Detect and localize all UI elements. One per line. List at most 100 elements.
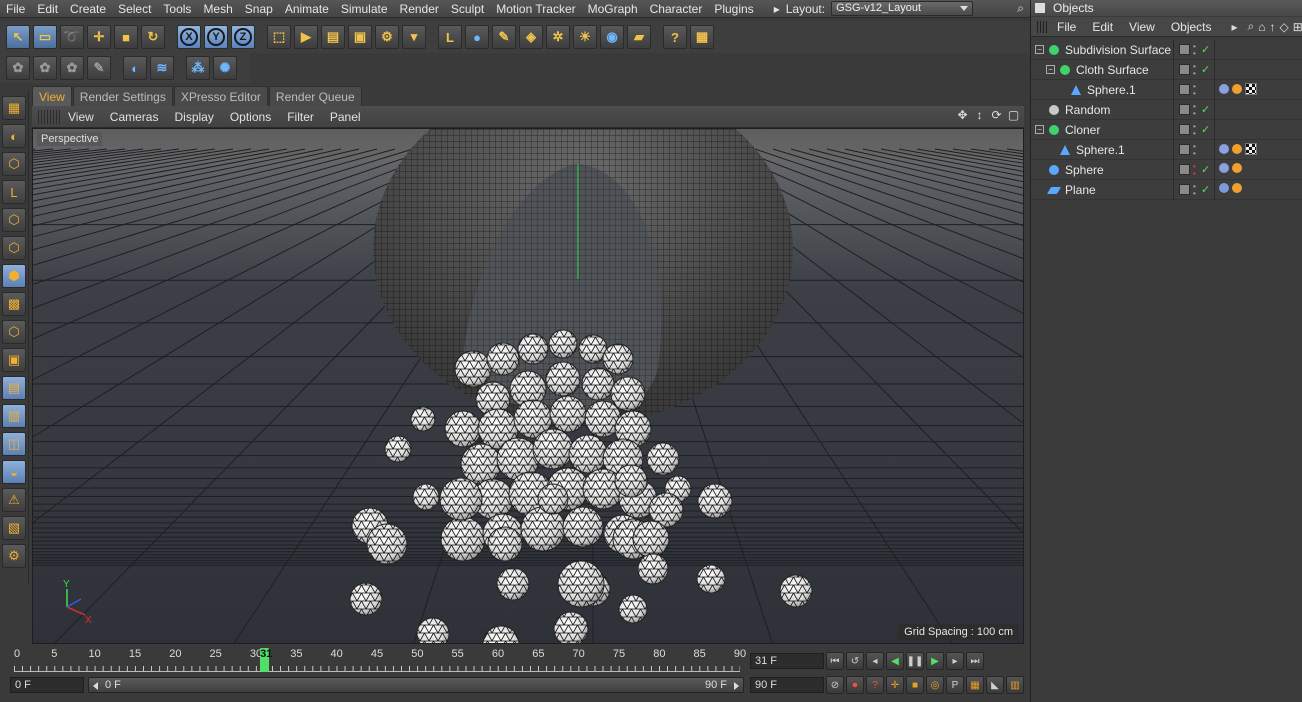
layer-visibility-icon[interactable] <box>1179 124 1190 135</box>
viewport-menu-view[interactable]: View <box>60 110 102 124</box>
object-row-random[interactable]: Random • • ✓ <box>1031 100 1302 120</box>
texture-mode-icon[interactable]: ▩ <box>2 292 26 316</box>
mograph-1-icon[interactable]: ✿ <box>6 56 30 80</box>
go-to-start-icon[interactable]: ⏮ <box>826 652 844 670</box>
objects-menu-edit[interactable]: Edit <box>1092 20 1121 34</box>
previous-key-icon[interactable]: ↺ <box>846 652 864 670</box>
enabled-check-icon[interactable]: ✓ <box>1201 40 1210 60</box>
layer-visibility-icon[interactable] <box>1179 144 1190 155</box>
tree-expand-icon[interactable]: − <box>1035 125 1044 134</box>
editor-render-visibility-icon[interactable]: • • <box>1193 123 1199 138</box>
render-preview-icon[interactable]: ▧ <box>2 516 26 540</box>
tree-expand-icon[interactable]: − <box>1046 65 1055 74</box>
render-to-picture-viewer-icon[interactable]: ▣ <box>348 25 372 49</box>
enabled-check-icon[interactable]: ✓ <box>1201 60 1210 80</box>
object-row-subdivision-surface[interactable]: − Subdivision Surface • • ✓ <box>1031 40 1302 60</box>
render-settings-icon-icon[interactable]: ⚙ <box>2 544 26 568</box>
motion-system-icon[interactable]: ⊘ <box>826 676 844 694</box>
object-row-plane[interactable]: Plane • • ✓ <box>1031 180 1302 200</box>
object-row-cloth-surface[interactable]: − Cloth Surface • • ✓ <box>1031 60 1302 80</box>
timeline-ruler[interactable]: 0 5 10 15 20 25 30 35 40 45 50 55 60 65 70 75 80 85 90 31 <box>8 648 746 674</box>
uv-polygons-icon[interactable]: ▤ <box>2 376 26 400</box>
viewport-menu-options[interactable]: Options <box>222 110 279 124</box>
spline-pen-icon[interactable]: ✎ <box>492 25 516 49</box>
range-left-arrow-icon[interactable] <box>93 682 98 690</box>
environment-icon[interactable]: ◉ <box>600 25 624 49</box>
tree-expand-icon[interactable]: − <box>1035 45 1044 54</box>
make-editable-icon[interactable]: ▦ <box>2 96 26 120</box>
menu-motion-tracker[interactable]: Motion Tracker <box>490 2 581 16</box>
objects-menu-file[interactable]: File <box>1057 20 1084 34</box>
tab-render-settings[interactable]: Render Settings <box>72 86 173 106</box>
layer-visibility-icon[interactable] <box>1179 164 1190 175</box>
z-axis-lock-icon[interactable]: Z <box>231 25 255 49</box>
cloth-tag-icon[interactable] <box>1219 84 1229 94</box>
viewport-menu-panel[interactable]: Panel <box>322 110 369 124</box>
search-icon[interactable]: ⌕ <box>1011 1 1030 16</box>
object-mode-icon[interactable]: ⬡ <box>2 152 26 176</box>
content-browser-icon[interactable]: ▦ <box>690 25 714 49</box>
material-tag-icon[interactable] <box>1232 84 1242 94</box>
dolly-icon[interactable]: ↕ <box>973 109 986 122</box>
previous-frame-icon[interactable]: ◂ <box>866 652 884 670</box>
submenu-arrow-icon[interactable]: ▸ <box>1232 20 1238 34</box>
material-tag-icon[interactable] <box>1232 144 1242 154</box>
pause-icon[interactable]: ❚❚ <box>906 652 924 670</box>
key-position-icon[interactable]: ✛ <box>886 676 904 694</box>
mograph-4-icon[interactable]: ✎ <box>87 56 111 80</box>
rotate-tool-icon[interactable]: ↻ <box>141 25 165 49</box>
orbit-icon[interactable]: ⟳ <box>990 109 1003 122</box>
edges-mode-icon[interactable]: ⬡ <box>2 236 26 260</box>
menu-animate[interactable]: Animate <box>279 2 335 16</box>
edit-render-settings-icon[interactable]: ⚙ <box>375 25 399 49</box>
record-keys-icon[interactable]: ⏺ <box>846 676 864 694</box>
key-scale-icon[interactable]: ■ <box>906 676 924 694</box>
material-tag-icon[interactable] <box>1232 183 1242 193</box>
menu-select[interactable]: Select <box>112 2 157 16</box>
objects-menu-view[interactable]: View <box>1129 20 1163 34</box>
menu-snap[interactable]: Snap <box>239 2 279 16</box>
scale-tool-icon[interactable]: ■ <box>114 25 138 49</box>
cloner-icon[interactable]: ✲ <box>546 25 570 49</box>
checker-material-tag-icon[interactable] <box>1245 143 1257 155</box>
grip-icon[interactable] <box>1037 20 1049 33</box>
render-settings-dropdown-icon[interactable]: ▾ <box>402 25 426 49</box>
polygons-mode-icon[interactable]: ⬢ <box>2 264 26 288</box>
enabled-check-icon[interactable]: ✓ <box>1201 120 1210 140</box>
light-icon[interactable]: ☀ <box>573 25 597 49</box>
editor-render-visibility-icon[interactable]: • • <box>1193 183 1199 198</box>
mograph-6-icon[interactable]: ≋ <box>150 56 174 80</box>
menu-file[interactable]: File <box>0 2 31 16</box>
enabled-check-icon[interactable]: ✓ <box>1201 100 1210 120</box>
menu-tools[interactable]: Tools <box>157 2 197 16</box>
new-panel-icon[interactable]: ⊞ <box>1293 20 1302 34</box>
mograph-3-icon[interactable]: ✿ <box>60 56 84 80</box>
uv-points-icon[interactable]: ▣ <box>2 348 26 372</box>
layer-visibility-icon[interactable] <box>1179 44 1190 55</box>
mograph-5-icon[interactable]: ◐ <box>123 56 147 80</box>
end-frame-field[interactable]: 90 F <box>750 677 824 693</box>
axis-mode-icon[interactable]: L <box>2 180 26 204</box>
x-axis-lock-icon[interactable]: X <box>177 25 201 49</box>
material-tag-icon[interactable] <box>1232 163 1242 173</box>
mograph-7-icon[interactable]: ⁂ <box>186 56 210 80</box>
grip-icon[interactable] <box>38 109 60 124</box>
layer-visibility-icon[interactable] <box>1179 64 1190 75</box>
play-backwards-icon[interactable]: ◀ <box>886 652 904 670</box>
go-to-end-icon[interactable]: ⏭ <box>966 652 984 670</box>
lasso-select-tool-icon[interactable]: ➰ <box>60 25 84 49</box>
solo-icon[interactable]: ◫ <box>2 432 26 456</box>
key-param-icon[interactable]: P <box>946 676 964 694</box>
timeline-window-icon[interactable]: ▥ <box>1006 676 1024 694</box>
key-rotation-icon[interactable]: ◎ <box>926 676 944 694</box>
render-region-icon[interactable]: ▤ <box>321 25 345 49</box>
viewport-menu-display[interactable]: Display <box>166 110 221 124</box>
null-object-icon[interactable]: L <box>438 25 462 49</box>
viewport-menu-cameras[interactable]: Cameras <box>102 110 167 124</box>
editor-render-visibility-icon[interactable]: • • <box>1193 83 1199 98</box>
cloth-tag-icon[interactable] <box>1219 144 1229 154</box>
collider-tag-icon[interactable] <box>1219 183 1229 193</box>
model-mode-icon[interactable]: ◐ <box>2 124 26 148</box>
objects-menu-objects[interactable]: Objects <box>1171 20 1220 34</box>
autokey-icon[interactable]: ? <box>866 676 884 694</box>
